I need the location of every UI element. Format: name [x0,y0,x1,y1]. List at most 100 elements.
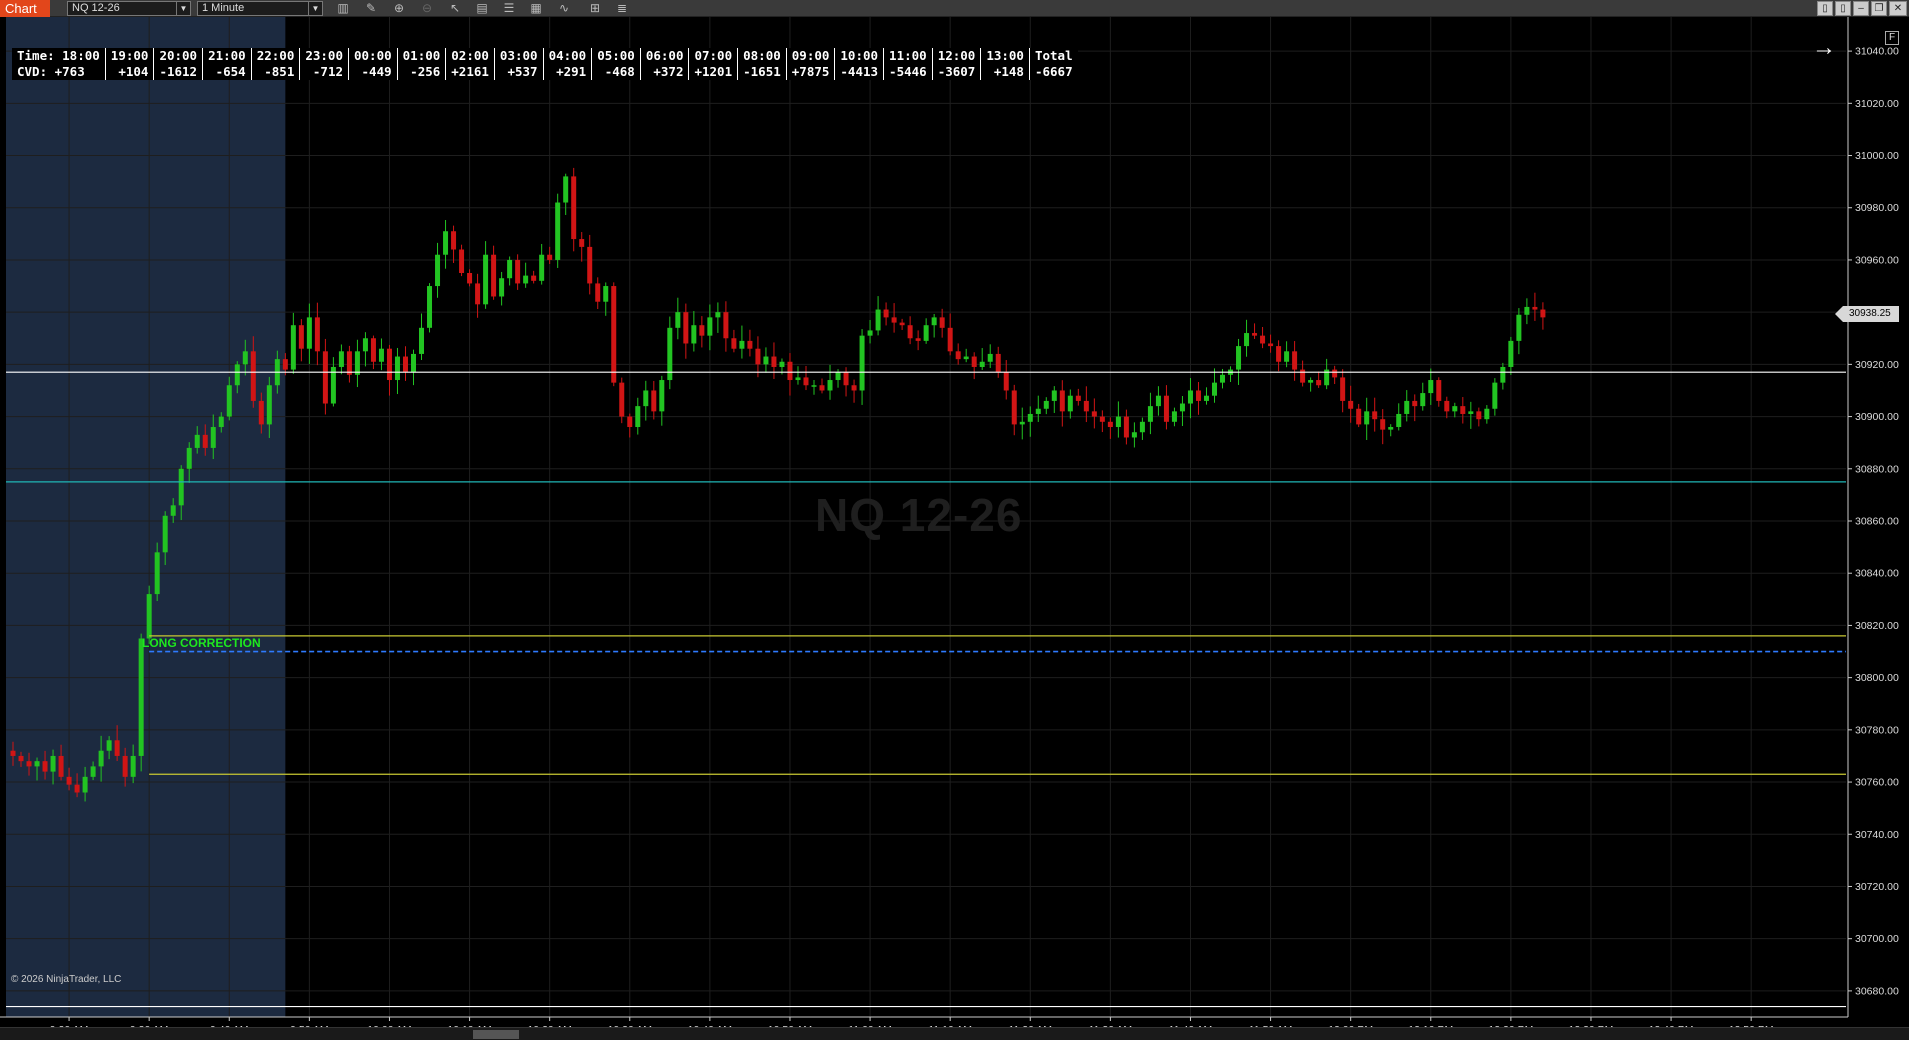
candle-body [947,327,953,352]
cvd-value-cell: +2161 [445,64,495,80]
strategies-icon[interactable]: ▦ [527,1,545,16]
candle-body [1276,346,1282,362]
price-tick-label: 30880.00 [1855,463,1899,475]
cvd-value-cell: -654 [202,64,252,80]
candle-body [499,278,505,297]
tile-icon[interactable]: ▯ [1817,1,1833,16]
interval-selector[interactable]: 1 Minute ▼ [197,1,323,16]
cvd-time-cell: 08:00 [737,48,787,64]
candle-body [1356,408,1362,425]
copyright-notice: © 2026 NinjaTrader, LLC [11,974,122,985]
candle-body [1019,421,1025,425]
candle-body [1011,390,1017,425]
horizontal-scrollbar[interactable] [0,1027,1909,1040]
templates-icon[interactable]: ☰ [500,1,518,16]
candle-body [1035,408,1041,414]
candle-body [170,505,176,516]
properties-icon[interactable]: ≣ [613,1,631,16]
candle-body [1155,395,1161,407]
candle-body [394,356,400,381]
candle-body [1212,382,1217,396]
candle-body [1195,390,1201,401]
price-tick-label: 30680.00 [1855,985,1899,997]
candle-body [715,312,721,318]
candle-body [683,312,689,344]
candle-body [1404,400,1410,414]
chevron-down-icon[interactable]: ▼ [176,2,190,15]
candle-body [691,325,697,344]
premarket-shading [6,17,286,1017]
candle-body [202,434,208,448]
candle-body [843,372,849,386]
candle-body [1508,340,1514,367]
cvd-time-cell: 02:00 [445,48,495,64]
candle-body [675,312,681,328]
close-icon[interactable]: ✕ [1889,1,1907,16]
candle-body [595,283,601,302]
candle-body [795,377,801,381]
cvd-time-cell: 01:00 [397,48,447,64]
candle-body [1147,406,1153,422]
candle-body [178,468,184,506]
restore-icon[interactable]: ❐ [1871,1,1887,16]
zoom-out-icon[interactable]: ⊖ [418,1,436,16]
candle-body [731,338,737,349]
price-tick-label: 30920.00 [1855,359,1899,371]
candle-body [1380,419,1386,430]
zoom-in-icon[interactable]: ⊕ [390,1,408,16]
candle-body [1003,372,1009,391]
candle-body [1115,416,1121,428]
candle-body [1284,351,1290,362]
instrument-selector[interactable]: NQ 12-26 ▼ [67,1,191,16]
candle-body [162,515,168,553]
tile2-icon[interactable]: ▯ [1835,1,1851,16]
chevron-down-icon[interactable]: ▼ [308,2,322,15]
candle-body [787,361,793,381]
candle-body [1484,408,1490,420]
cvd-value-cell: -851 [251,64,301,80]
candle-body [939,317,945,328]
cvd-time-cell: 04:00 [543,48,593,64]
cvd-time-cell: 05:00 [591,48,641,64]
minimize-icon[interactable]: – [1853,1,1869,16]
chart-toolbar: Chart NQ 12-26 ▼ 1 Minute ▼ ▥ ✎ ⊕ ⊖ ↖ ▤ … [0,0,1909,17]
candle-body [306,317,312,349]
chart-tab[interactable]: Chart [0,0,50,17]
cvd-time-cell: 07:00 [688,48,739,64]
cvd-value-cell: -6667 [1034,64,1073,79]
cvd-time-cell: 11:00 [883,48,933,64]
indicators-icon[interactable]: ∿ [555,1,573,16]
candle-body [1051,390,1057,401]
chart-trader-toggle-icon[interactable]: F [1885,31,1899,45]
bar-type-icon[interactable]: ▥ [334,1,352,16]
cvd-value-cell: +104 [105,64,155,80]
candle-body [210,427,216,448]
drawing-tools-icon[interactable]: ✎ [362,1,380,16]
candle-body [114,740,120,756]
candle-body [1340,377,1346,401]
candle-body [739,340,745,349]
pointer-icon[interactable]: ↖ [446,1,464,16]
cvd-time-cell: 10:00 [834,48,885,64]
instrument-value: NQ 12-26 [72,2,120,14]
arrow-right-icon[interactable]: → [1812,34,1836,62]
candle-body [811,385,817,387]
candle-body [98,750,104,767]
price-tick-label: 30820.00 [1855,620,1899,632]
candle-body [1220,374,1226,383]
candle-body [755,348,761,365]
price-tick-label: 31040.00 [1855,46,1899,58]
chart-trader-icon[interactable]: ⊞ [586,1,604,16]
candle-body [1348,400,1354,409]
candle-body [1123,416,1129,438]
candle-body [34,761,40,767]
candle-body [90,766,96,777]
candle-body [50,755,56,772]
candle-body [1452,406,1458,412]
cvd-value-cell: +291 [543,64,593,80]
candle-body [467,273,473,284]
candle-body [587,246,593,284]
data-series-icon[interactable]: ▤ [473,1,491,16]
candle-body [923,325,929,341]
scroll-thumb[interactable] [473,1030,519,1039]
